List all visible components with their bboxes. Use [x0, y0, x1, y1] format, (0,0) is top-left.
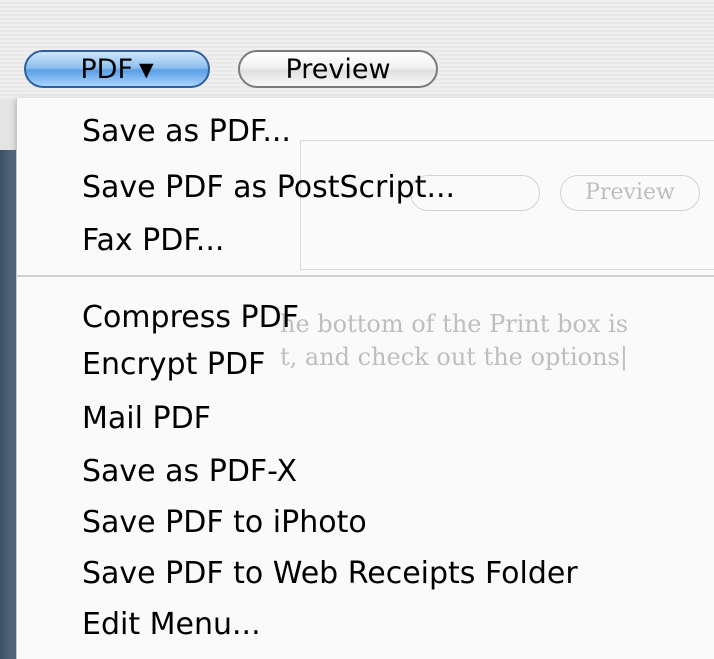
- menu-item-encrypt-pdf[interactable]: Encrypt PDF: [82, 347, 265, 383]
- preview-button-label: Preview: [285, 54, 391, 85]
- menu-item-save-as-pdf[interactable]: Save as PDF...: [82, 114, 291, 150]
- menu-item-save-pdf-to-iphoto[interactable]: Save PDF to iPhoto: [82, 505, 367, 541]
- menu-separator: [16, 275, 714, 277]
- menu-item-save-pdf-to-web-receipts[interactable]: Save PDF to Web Receipts Folder: [82, 556, 578, 592]
- background-text-line-1: he bottom of the Print box is: [280, 310, 629, 338]
- menu-item-edit-menu[interactable]: Edit Menu...: [82, 607, 261, 643]
- window-edge-strip: [0, 150, 16, 659]
- pdf-button-label: PDF: [80, 54, 133, 85]
- menu-item-save-pdf-as-postscript[interactable]: Save PDF as PostScript...: [82, 170, 455, 206]
- window-edge-top: [0, 100, 16, 150]
- pdf-menu-button[interactable]: PDF ▼: [24, 50, 210, 88]
- chevron-down-icon: ▼: [138, 59, 154, 81]
- menu-item-compress-pdf[interactable]: Compress PDF: [82, 300, 299, 336]
- menu-item-mail-pdf[interactable]: Mail PDF: [82, 401, 211, 437]
- preview-button[interactable]: Preview: [238, 50, 438, 88]
- background-preview-button: Preview: [560, 175, 700, 211]
- menu-item-fax-pdf[interactable]: Fax PDF...: [82, 223, 224, 259]
- background-text-line-2: t, and check out the options|: [280, 343, 628, 371]
- menu-item-save-as-pdf-x[interactable]: Save as PDF-X: [82, 454, 297, 490]
